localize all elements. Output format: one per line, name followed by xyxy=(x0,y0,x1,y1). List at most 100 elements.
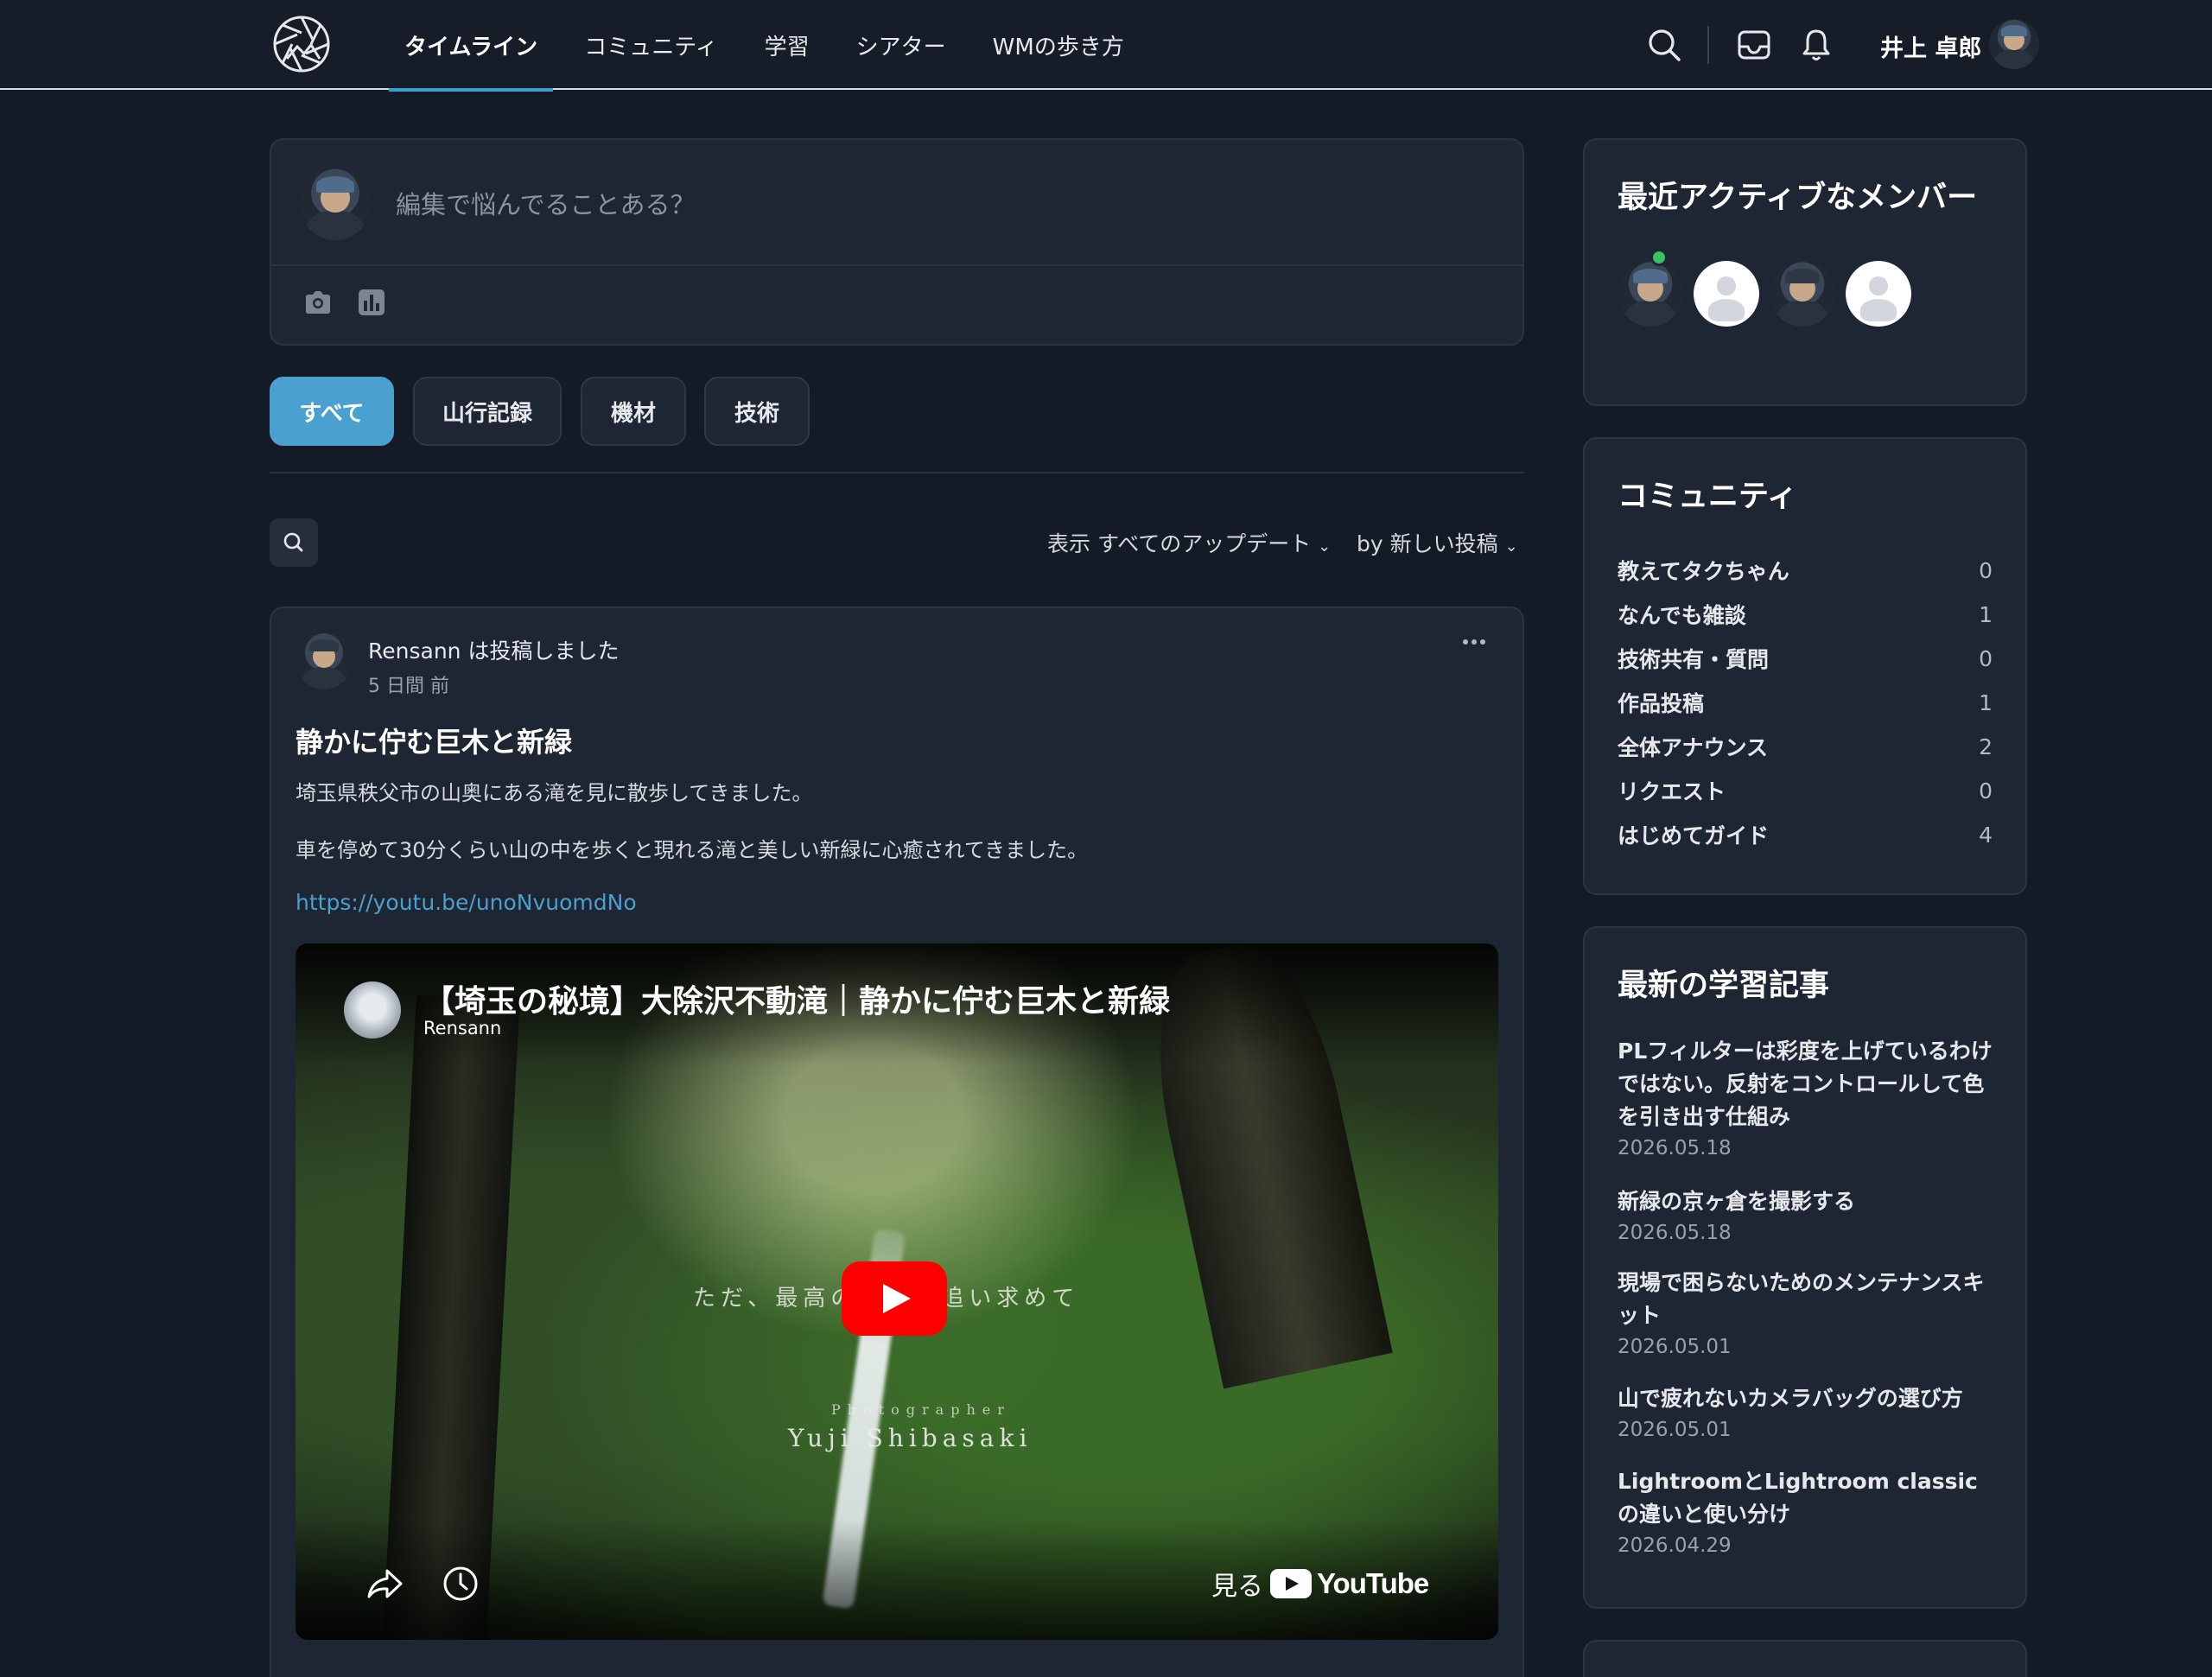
community-item-name: なんでも雑談 xyxy=(1618,603,1746,628)
post-paragraph: 車を停めて30分くらい山の中を歩くと現れる滝と美しい新緑に心癒されてきました。 xyxy=(296,838,1089,862)
article-title: LightroomとLightroom classicの違いと使い分け xyxy=(1618,1469,1978,1527)
toolbar-divider xyxy=(1707,26,1709,64)
search-icon[interactable] xyxy=(1645,26,1683,64)
post-card: Rensann は投稿しました 5 日間 前 静かに佇む巨木と新緑 埼玉県秩父市… xyxy=(270,607,1524,1677)
article-date: 2026.04.29 xyxy=(1618,1534,1732,1557)
post-author-avatar[interactable] xyxy=(296,632,353,689)
sort-order-label: by 新しい投稿 xyxy=(1357,531,1498,556)
composer-avatar xyxy=(299,168,372,240)
video-channel-name[interactable]: Rensann xyxy=(423,1018,501,1039)
sidebar-card xyxy=(1583,1640,2027,1677)
channel-avatar[interactable] xyxy=(344,981,401,1039)
post-paragraph: 埼玉県秩父市の山奥にある滝を見に散歩してきました。 xyxy=(296,781,813,805)
community-item[interactable]: 作品投稿 1 xyxy=(1618,685,1993,720)
show-filter-dropdown[interactable]: 表示 すべてのアップデート ⌄ xyxy=(1047,527,1331,558)
play-button-icon[interactable] xyxy=(842,1261,947,1336)
article-title: 現場で困らないためのメンテナンスキット xyxy=(1618,1270,1985,1328)
community-item-name: 作品投稿 xyxy=(1618,691,1705,716)
camera-icon[interactable] xyxy=(302,287,334,318)
member-avatar[interactable] xyxy=(1694,261,1759,327)
video-overlay-role: Photographer xyxy=(831,1401,1011,1418)
article-item[interactable]: PLフィルターは彩度を上げているわけではない。反射をコントロールして色を引き出す… xyxy=(1618,1035,1998,1163)
community-item[interactable]: リクエスト 0 xyxy=(1618,773,1993,808)
share-icon[interactable] xyxy=(365,1564,404,1604)
watch-label: 見る xyxy=(1211,1572,1263,1602)
community-item-name: 全体アナウンス xyxy=(1618,735,1769,760)
article-date: 2026.05.18 xyxy=(1618,1222,1732,1244)
community-title: コミュニティ xyxy=(1618,480,1797,514)
article-item[interactable]: LightroomとLightroom classicの違いと使い分け 2026… xyxy=(1618,1465,1998,1560)
community-item-count: 4 xyxy=(1979,822,1993,848)
user-avatar[interactable] xyxy=(1989,19,2039,69)
community-item[interactable]: なんでも雑談 1 xyxy=(1618,597,1993,632)
nav-community[interactable]: コミュニティ xyxy=(569,0,733,90)
article-title: 新緑の京ヶ倉を撮影する xyxy=(1618,1189,1856,1214)
section-divider xyxy=(270,472,1524,473)
learning-articles-title: 最新の学習記事 xyxy=(1618,969,1830,1003)
youtube-embed[interactable]: 【埼玉の秘境】大除沢不動滝｜静かに佇む巨木と新緑 Rensann ただ、最高の一… xyxy=(296,943,1498,1640)
top-navbar: タイムライン コミュニティ 学習 シアター WMの歩き方 井上 卓郎 xyxy=(0,0,2212,92)
community-item[interactable]: はじめてガイド 4 xyxy=(1618,817,1993,852)
nav-learning[interactable]: 学習 xyxy=(749,0,825,90)
chevron-down-icon: ⌄ xyxy=(1504,537,1518,556)
member-avatar[interactable] xyxy=(1770,261,1835,327)
article-item[interactable]: 新緑の京ヶ倉を撮影する 2026.05.18 xyxy=(1618,1185,1998,1248)
member-avatar[interactable] xyxy=(1846,261,1911,327)
article-date: 2026.05.01 xyxy=(1618,1419,1732,1441)
filter-technique[interactable]: 技術 xyxy=(704,377,810,446)
post-composer: 編集で悩んでることある？ xyxy=(270,138,1524,346)
main-nav: タイムライン コミュニティ 学習 シアター WMの歩き方 xyxy=(389,0,1155,92)
community-item[interactable]: 技術共有・質問 0 xyxy=(1618,641,1993,676)
feed-search-button[interactable] xyxy=(270,518,318,567)
community-item-count: 0 xyxy=(1979,557,1993,583)
article-title: PLフィルターは彩度を上げているわけではない。反射をコントロールして色を引き出す… xyxy=(1618,1039,1993,1129)
community-item[interactable]: 教えてタクちゃん 0 xyxy=(1618,553,1993,588)
poll-icon[interactable] xyxy=(356,287,387,318)
community-item[interactable]: 全体アナウンス 2 xyxy=(1618,729,1993,764)
community-item-name: はじめてガイド xyxy=(1618,823,1770,848)
youtube-logo-icon: YouTube xyxy=(1270,1567,1429,1600)
post-author-line[interactable]: Rensann は投稿しました xyxy=(368,634,619,665)
community-card: コミュニティ 教えてタクちゃん 0 なんでも雑談 1 技術共有・質問 0 作品投… xyxy=(1583,437,2027,895)
community-item-count: 0 xyxy=(1979,778,1993,804)
article-title: 山で疲れないカメラバッグの選び方 xyxy=(1618,1386,1963,1411)
post-title: 静かに佇む巨木と新緑 xyxy=(296,726,573,759)
member-avatar[interactable] xyxy=(1618,261,1683,327)
nav-timeline[interactable]: タイムライン xyxy=(389,0,554,92)
search-icon xyxy=(283,532,303,552)
nav-theater[interactable]: シアター xyxy=(841,0,962,90)
article-date: 2026.05.18 xyxy=(1618,1137,1732,1159)
learning-articles-card: 最新の学習記事 PLフィルターは彩度を上げているわけではない。反射をコントロール… xyxy=(1583,926,2027,1609)
inbox-icon[interactable] xyxy=(1735,26,1773,64)
filter-trip-log[interactable]: 山行記録 xyxy=(413,377,562,446)
user-name[interactable]: 井上 卓郎 xyxy=(1880,29,1981,63)
more-options-icon[interactable] xyxy=(1457,629,1491,655)
article-date: 2026.05.01 xyxy=(1618,1336,1732,1358)
article-item[interactable]: 山で疲れないカメラバッグの選び方 2026.05.01 xyxy=(1618,1382,1998,1445)
video-title[interactable]: 【埼玉の秘境】大除沢不動滝｜静かに佇む巨木と新緑 xyxy=(423,976,1170,1021)
post-timestamp: 5 日間 前 xyxy=(368,676,449,697)
composer-input[interactable]: 編集で悩んでることある？ xyxy=(396,185,696,221)
article-item[interactable]: 現場で困らないためのメンテナンスキット 2026.05.01 xyxy=(1618,1267,1998,1362)
youtube-brand: YouTube xyxy=(1317,1567,1429,1599)
sort-order-dropdown[interactable]: by 新しい投稿 ⌄ xyxy=(1357,527,1518,558)
community-item-count: 0 xyxy=(1979,645,1993,671)
watch-on-youtube-button[interactable]: 見る YouTube xyxy=(1211,1564,1429,1604)
filter-all[interactable]: すべて xyxy=(270,377,394,446)
nav-guide[interactable]: WMの歩き方 xyxy=(977,0,1140,90)
filter-equipment[interactable]: 機材 xyxy=(581,377,686,446)
logo-aperture-icon[interactable] xyxy=(271,14,332,74)
video-overlay-name: Yuji Shibasaki xyxy=(788,1424,1033,1452)
community-item-count: 2 xyxy=(1979,734,1993,759)
community-item-name: 技術共有・質問 xyxy=(1618,647,1770,672)
bell-icon[interactable] xyxy=(1797,26,1835,64)
community-item-name: 教えてタクちゃん xyxy=(1618,559,1789,584)
composer-divider xyxy=(271,264,1522,266)
chevron-down-icon: ⌄ xyxy=(1318,537,1332,556)
active-members-title: 最近アクティブなメンバー xyxy=(1618,181,1978,215)
post-link[interactable]: https://youtu.be/unoNvuomdNo xyxy=(296,890,637,915)
watch-later-icon[interactable] xyxy=(441,1564,480,1604)
active-members-card: 最近アクティブなメンバー xyxy=(1583,138,2027,406)
community-item-count: 1 xyxy=(1979,601,1993,627)
community-item-count: 1 xyxy=(1979,689,1993,715)
